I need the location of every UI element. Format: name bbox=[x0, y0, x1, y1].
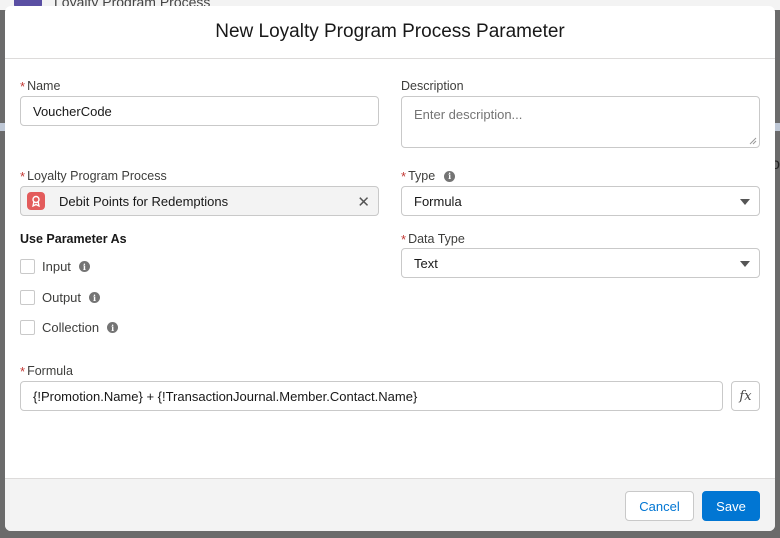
info-icon[interactable]: i bbox=[444, 170, 456, 182]
modal-dialog: New Loyalty Program Process Parameter * … bbox=[5, 6, 775, 531]
function-icon: fx bbox=[739, 388, 752, 404]
description-textarea[interactable]: Enter description... bbox=[401, 96, 760, 148]
process-label: Loyalty Program Process bbox=[27, 169, 167, 183]
output-checkbox-label: Output bbox=[42, 290, 82, 305]
data-type-field: * Data Type bbox=[401, 231, 465, 247]
required-marker: * bbox=[401, 231, 407, 247]
use-parameter-as-heading: Use Parameter As bbox=[20, 232, 127, 246]
formula-field: * Formula bbox=[20, 363, 73, 379]
name-field: * Name bbox=[20, 78, 60, 94]
type-field: * Type i bbox=[401, 168, 456, 184]
chevron-down-icon bbox=[740, 261, 750, 267]
type-selected-value: Formula bbox=[414, 193, 462, 209]
output-checkbox[interactable] bbox=[20, 290, 35, 305]
formula-label: Formula bbox=[27, 364, 73, 378]
process-value: Debit Points for Redemptions bbox=[59, 193, 229, 209]
cancel-button[interactable]: Cancel bbox=[625, 491, 694, 521]
process-lookup-pill[interactable]: Debit Points for Redemptions ✕ bbox=[20, 186, 379, 216]
input-checkbox-label: Input bbox=[42, 259, 71, 274]
formula-input[interactable]: {!Promotion.Name} + {!TransactionJournal… bbox=[20, 381, 723, 411]
description-label: Description bbox=[401, 79, 464, 93]
required-marker: * bbox=[20, 363, 26, 379]
chevron-down-icon bbox=[740, 199, 750, 205]
collection-checkbox[interactable] bbox=[20, 320, 35, 335]
info-icon[interactable]: i bbox=[89, 292, 101, 303]
collection-checkbox-label: Collection bbox=[42, 320, 100, 335]
function-icon-button[interactable]: fx bbox=[731, 381, 760, 411]
name-input-value: VoucherCode bbox=[33, 103, 112, 119]
save-button[interactable]: Save bbox=[702, 491, 760, 521]
resize-handle-icon[interactable] bbox=[749, 137, 757, 145]
info-icon[interactable]: i bbox=[107, 322, 119, 333]
modal-footer: Cancel Save bbox=[5, 478, 775, 531]
process-field: * Loyalty Program Process bbox=[20, 168, 167, 184]
checkbox-input-row: Input i bbox=[20, 259, 90, 274]
name-label-text: Name bbox=[27, 79, 61, 93]
modal-header: New Loyalty Program Process Parameter bbox=[5, 6, 775, 59]
description-field: Description bbox=[401, 78, 464, 94]
name-input[interactable]: VoucherCode bbox=[20, 96, 379, 126]
description-placeholder: Enter description... bbox=[414, 107, 523, 122]
data-type-selected-value: Text bbox=[414, 255, 438, 271]
close-icon[interactable]: ✕ bbox=[357, 193, 370, 211]
formula-value: {!Promotion.Name} + {!TransactionJournal… bbox=[33, 388, 418, 404]
input-checkbox[interactable] bbox=[20, 259, 35, 274]
info-icon[interactable]: i bbox=[78, 261, 90, 272]
data-type-select[interactable]: Text bbox=[401, 248, 760, 278]
checkbox-output-row: Output i bbox=[20, 290, 101, 305]
type-select[interactable]: Formula bbox=[401, 186, 760, 216]
required-marker: * bbox=[20, 78, 26, 94]
type-label: Type bbox=[408, 169, 436, 183]
checkbox-collection-row: Collection i bbox=[20, 320, 119, 335]
loyalty-process-icon bbox=[27, 192, 45, 210]
modal-title: New Loyalty Program Process Parameter bbox=[215, 21, 565, 42]
data-type-label: Data Type bbox=[408, 232, 465, 246]
required-marker: * bbox=[20, 168, 26, 184]
name-label: * Name bbox=[20, 78, 60, 94]
required-marker: * bbox=[401, 168, 407, 184]
